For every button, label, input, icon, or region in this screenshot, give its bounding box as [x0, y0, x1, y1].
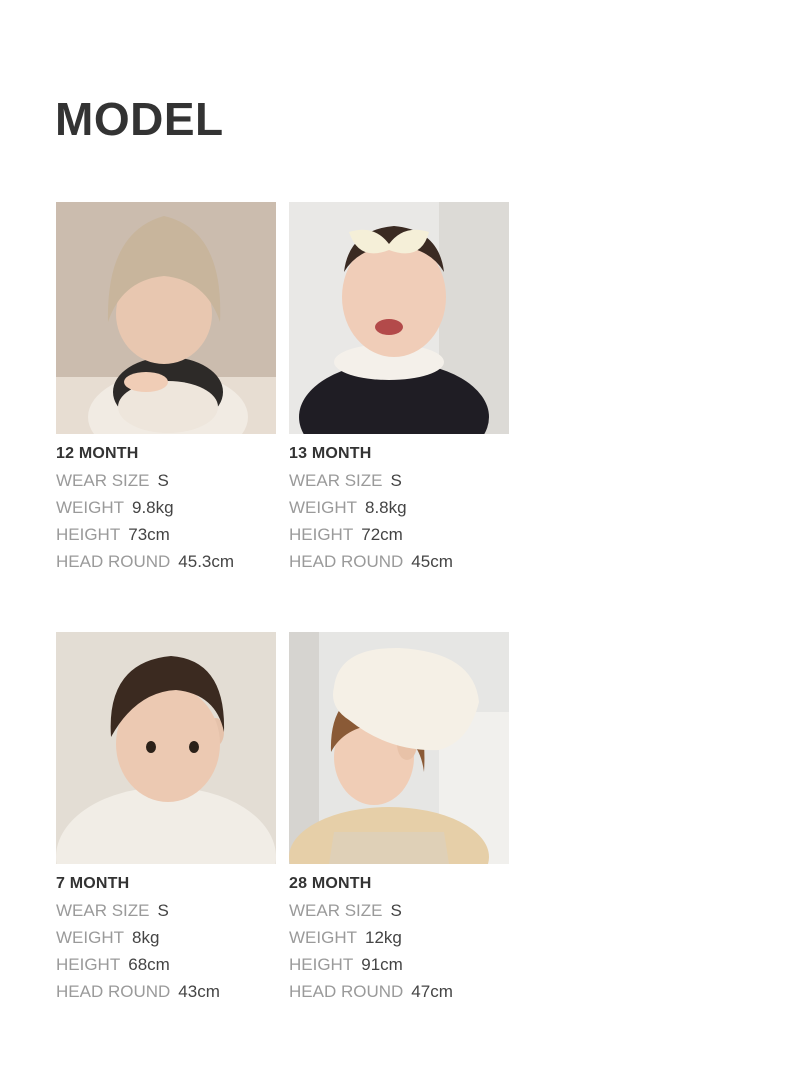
spec-value: 43cm: [178, 982, 220, 1001]
spec-row-head-round: HEAD ROUND 43cm: [56, 983, 276, 1001]
spec-label: WEIGHT: [56, 498, 124, 517]
spec-label: HEIGHT: [289, 525, 354, 544]
spec-label: WEIGHT: [289, 928, 357, 947]
spec-value: 45.3cm: [178, 552, 235, 571]
model-photo: [56, 202, 276, 434]
spec-value: 9.8kg: [132, 498, 174, 517]
model-photo: [289, 632, 509, 864]
spec-label: HEAD ROUND: [289, 982, 404, 1001]
spec-value: S: [157, 901, 169, 920]
spec-value: 8.8kg: [365, 498, 407, 517]
spec-label: WEIGHT: [56, 928, 124, 947]
spec-value: 72cm: [361, 525, 403, 544]
spec-label: HEIGHT: [289, 955, 354, 974]
spec-value: 47cm: [411, 982, 453, 1001]
model-age: 12 MONTH: [56, 445, 139, 462]
spec-row-wear-size: WEAR SIZE S: [289, 472, 509, 490]
page-title: MODEL: [55, 93, 224, 145]
model-card: 7 MONTH WEAR SIZE S WEIGHT 8kg HEIGHT 68cm …: [56, 632, 276, 1001]
spec-row-head-round: HEAD ROUND 47cm: [289, 983, 509, 1001]
spec-row-wear-size: WEAR SIZE S: [56, 472, 276, 490]
spec-row-head-round: HEAD ROUND 45.3cm: [56, 553, 276, 571]
spec-row-weight: WEIGHT 9.8kg: [56, 499, 276, 517]
spec-label: WEAR SIZE: [289, 901, 383, 920]
spec-value: 73cm: [128, 525, 170, 544]
spec-value: 12kg: [365, 928, 402, 947]
model-age: 7 MONTH: [56, 875, 130, 892]
spec-row-weight: WEIGHT 8kg: [56, 929, 276, 947]
spec-value: 91cm: [361, 955, 403, 974]
spec-row-weight: WEIGHT 12kg: [289, 929, 509, 947]
spec-row-height: HEIGHT 72cm: [289, 526, 509, 544]
spec-label: HEAD ROUND: [56, 552, 171, 571]
spec-label: HEAD ROUND: [56, 982, 171, 1001]
spec-row-wear-size: WEAR SIZE S: [289, 902, 509, 920]
spec-row-height: HEIGHT 73cm: [56, 526, 276, 544]
spec-row-weight: WEIGHT 8.8kg: [289, 499, 509, 517]
spec-label: WEIGHT: [289, 498, 357, 517]
spec-row-wear-size: WEAR SIZE S: [56, 902, 276, 920]
spec-value: 45cm: [411, 552, 453, 571]
spec-value: S: [157, 471, 169, 490]
spec-row-height: HEIGHT 68cm: [56, 956, 276, 974]
model-photo: [289, 202, 509, 434]
spec-row-head-round: HEAD ROUND 45cm: [289, 553, 509, 571]
spec-value: S: [390, 901, 402, 920]
model-age: 28 MONTH: [289, 875, 372, 892]
model-card: 12 MONTH WEAR SIZE S WEIGHT 9.8kg HEIGHT 73…: [56, 202, 276, 571]
spec-row-height: HEIGHT 91cm: [289, 956, 509, 974]
model-card: 28 MONTH WEAR SIZE S WEIGHT 12kg HEIGHT 91c…: [289, 632, 509, 1001]
spec-label: WEAR SIZE: [56, 471, 150, 490]
spec-value: 8kg: [132, 928, 160, 947]
spec-label: HEIGHT: [56, 525, 121, 544]
spec-value: 68cm: [128, 955, 170, 974]
spec-value: S: [390, 471, 402, 490]
spec-label: HEAD ROUND: [289, 552, 404, 571]
spec-label: WEAR SIZE: [289, 471, 383, 490]
model-card: 13 MONTH WEAR SIZE S WEIGHT 8.8kg HEIGHT 72…: [289, 202, 509, 571]
model-age: 13 MONTH: [289, 445, 372, 462]
spec-label: WEAR SIZE: [56, 901, 150, 920]
model-photo: [56, 632, 276, 864]
spec-label: HEIGHT: [56, 955, 121, 974]
